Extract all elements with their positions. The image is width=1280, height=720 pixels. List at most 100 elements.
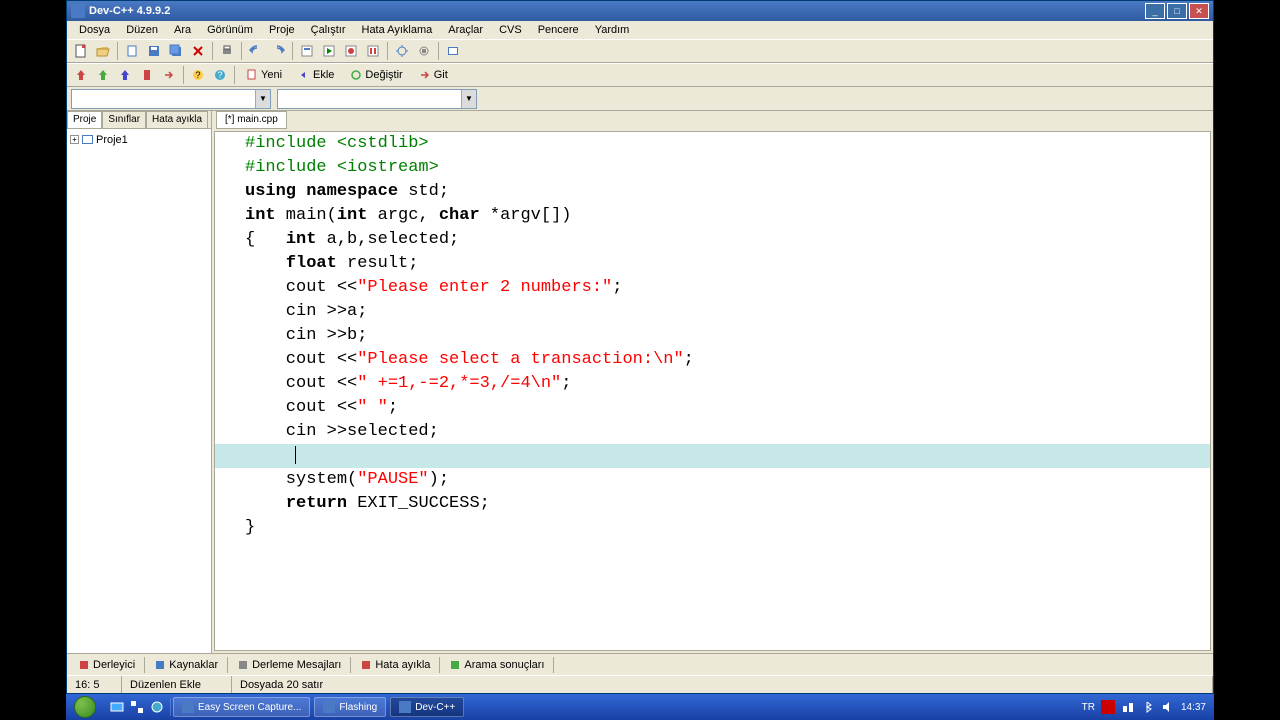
menu-proje[interactable]: Proje [261, 23, 303, 37]
code-line[interactable]: { int a,b,selected; [215, 228, 1210, 252]
code-line[interactable]: return EXIT_SUCCESS; [215, 492, 1210, 516]
panel-tab-1[interactable]: Sınıflar [102, 111, 146, 128]
minimize-button[interactable]: _ [1145, 3, 1165, 19]
code-line[interactable]: int main(int argc, char *argv[]) [215, 204, 1210, 228]
code-line[interactable]: cin >>a; [215, 300, 1210, 324]
arrow-up-blue-icon[interactable] [115, 65, 135, 85]
git-button[interactable]: Git [412, 65, 455, 85]
arrow-up-green-icon[interactable] [93, 65, 113, 85]
code-editor[interactable]: #include <cstdlib>#include <iostream>usi… [214, 131, 1211, 651]
menu-araçlar[interactable]: Araçlar [440, 23, 491, 37]
menu-düzen[interactable]: Düzen [118, 23, 166, 37]
project-icon[interactable] [443, 41, 463, 61]
undo-icon[interactable] [246, 41, 266, 61]
menu-görünüm[interactable]: Görünüm [199, 23, 261, 37]
code-line[interactable]: cin >>b; [215, 324, 1210, 348]
bottom-tab-1[interactable]: Kaynaklar [147, 656, 225, 674]
print-icon[interactable] [217, 41, 237, 61]
new-icon[interactable] [122, 41, 142, 61]
code-line[interactable] [215, 444, 1210, 468]
menu-hata ayıklama[interactable]: Hata Ayıklama [354, 23, 441, 37]
new-file-icon[interactable] [71, 41, 91, 61]
task-item-0[interactable]: Easy Screen Capture... [173, 697, 310, 717]
maximize-button[interactable]: □ [1167, 3, 1187, 19]
code-line[interactable]: cout <<" +=1,-=2,*=3,/=4\n"; [215, 372, 1210, 396]
run-icon[interactable] [319, 41, 339, 61]
degistir-button[interactable]: Değiştir [343, 65, 409, 85]
file-tab-main[interactable]: [*] main.cpp [216, 111, 287, 129]
tray-volume-icon[interactable] [1161, 700, 1175, 714]
bottom-tab-2[interactable]: Derleme Mesajları [230, 656, 348, 674]
combo-1[interactable]: ▼ [71, 89, 271, 109]
svg-text:?: ? [217, 70, 222, 80]
task-item-1[interactable]: Flashing [314, 697, 386, 717]
about-icon[interactable]: ? [210, 65, 230, 85]
panel-tab-2[interactable]: Hata ayıkla [146, 111, 208, 128]
arrow-up-red-icon[interactable] [71, 65, 91, 85]
help-icon[interactable]: ? [188, 65, 208, 85]
ekle-button[interactable]: Ekle [291, 65, 341, 85]
task-item-2[interactable]: Dev-C++ [390, 697, 464, 717]
code-line[interactable]: cout <<"Please enter 2 numbers:"; [215, 276, 1210, 300]
goto-icon[interactable] [159, 65, 179, 85]
panel-tabs: ProjeSınıflarHata ayıkla [67, 111, 211, 129]
status-position: 16: 5 [67, 676, 122, 693]
bottom-tab-3[interactable]: Hata ayıkla [353, 656, 437, 674]
menu-pencere[interactable]: Pencere [530, 23, 587, 37]
taskbar: Easy Screen Capture...FlashingDev-C++ TR… [66, 694, 1214, 720]
menu-ara[interactable]: Ara [166, 23, 199, 37]
close-button[interactable]: ✕ [1189, 3, 1209, 19]
left-panel: ProjeSınıflarHata ayıkla + Proje1 [67, 111, 212, 653]
debug-icon[interactable] [392, 41, 412, 61]
code-line[interactable]: #include <iostream> [215, 156, 1210, 180]
code-line[interactable]: #include <cstdlib> [215, 132, 1210, 156]
tray-ati-icon[interactable] [1101, 700, 1115, 714]
status-mode: Düzenlen Ekle [122, 676, 232, 693]
panel-tab-0[interactable]: Proje [67, 111, 102, 128]
tray-bluetooth-icon[interactable] [1141, 700, 1155, 714]
start-button[interactable] [66, 694, 104, 720]
code-line[interactable]: cin >>selected; [215, 420, 1210, 444]
code-line[interactable]: } [215, 516, 1210, 540]
menu-bar: DosyaDüzenAraGörünümProjeÇalıştırHata Ay… [67, 21, 1213, 39]
toolbar-main [67, 39, 1213, 63]
compile-icon[interactable] [297, 41, 317, 61]
ql-switch-icon[interactable] [128, 698, 146, 716]
save-all-icon[interactable] [166, 41, 186, 61]
close-icon[interactable] [188, 41, 208, 61]
ql-desktop-icon[interactable] [108, 698, 126, 716]
menu-çalıştır[interactable]: Çalıştır [303, 23, 354, 37]
toolbar-secondary: ? ? Yeni Ekle Değiştir Git [67, 63, 1213, 87]
debug-stop-icon[interactable] [414, 41, 434, 61]
redo-icon[interactable] [268, 41, 288, 61]
tree-root-item[interactable]: + Proje1 [70, 132, 208, 147]
save-icon[interactable] [144, 41, 164, 61]
bottom-tabs: Derleyici Kaynaklar Derleme Mesajları Hata … [67, 653, 1213, 675]
combo-2[interactable]: ▼ [277, 89, 477, 109]
menu-yardım[interactable]: Yardım [587, 23, 638, 37]
project-tree[interactable]: + Proje1 [67, 129, 211, 653]
expand-icon[interactable]: + [70, 135, 79, 144]
clock[interactable]: 14:37 [1181, 702, 1206, 713]
quick-launch [104, 698, 171, 716]
menu-dosya[interactable]: Dosya [71, 23, 118, 37]
open-file-icon[interactable] [93, 41, 113, 61]
code-line[interactable]: float result; [215, 252, 1210, 276]
code-line[interactable]: using namespace std; [215, 180, 1210, 204]
bookmark-icon[interactable] [137, 65, 157, 85]
rebuild-icon[interactable] [363, 41, 383, 61]
ql-ie-icon[interactable] [148, 698, 166, 716]
status-file: Dosyada 20 satır [232, 676, 1213, 693]
bottom-tab-0[interactable]: Derleyici [71, 656, 142, 674]
lang-indicator[interactable]: TR [1082, 702, 1095, 713]
app-window: Dev-C++ 4.9.9.2 _ □ ✕ DosyaDüzenAraGörün… [66, 0, 1214, 694]
bottom-tab-4[interactable]: Arama sonuçları [442, 656, 551, 674]
menu-cvs[interactable]: CVS [491, 23, 530, 37]
code-line[interactable]: system("PAUSE"); [215, 468, 1210, 492]
yeni-button[interactable]: Yeni [239, 65, 289, 85]
code-line[interactable]: cout <<"Please select a transaction:\n"; [215, 348, 1210, 372]
tray-network-icon[interactable] [1121, 700, 1135, 714]
compile-run-icon[interactable] [341, 41, 361, 61]
combo-row: ▼ ▼ [67, 87, 1213, 111]
code-line[interactable]: cout <<" "; [215, 396, 1210, 420]
